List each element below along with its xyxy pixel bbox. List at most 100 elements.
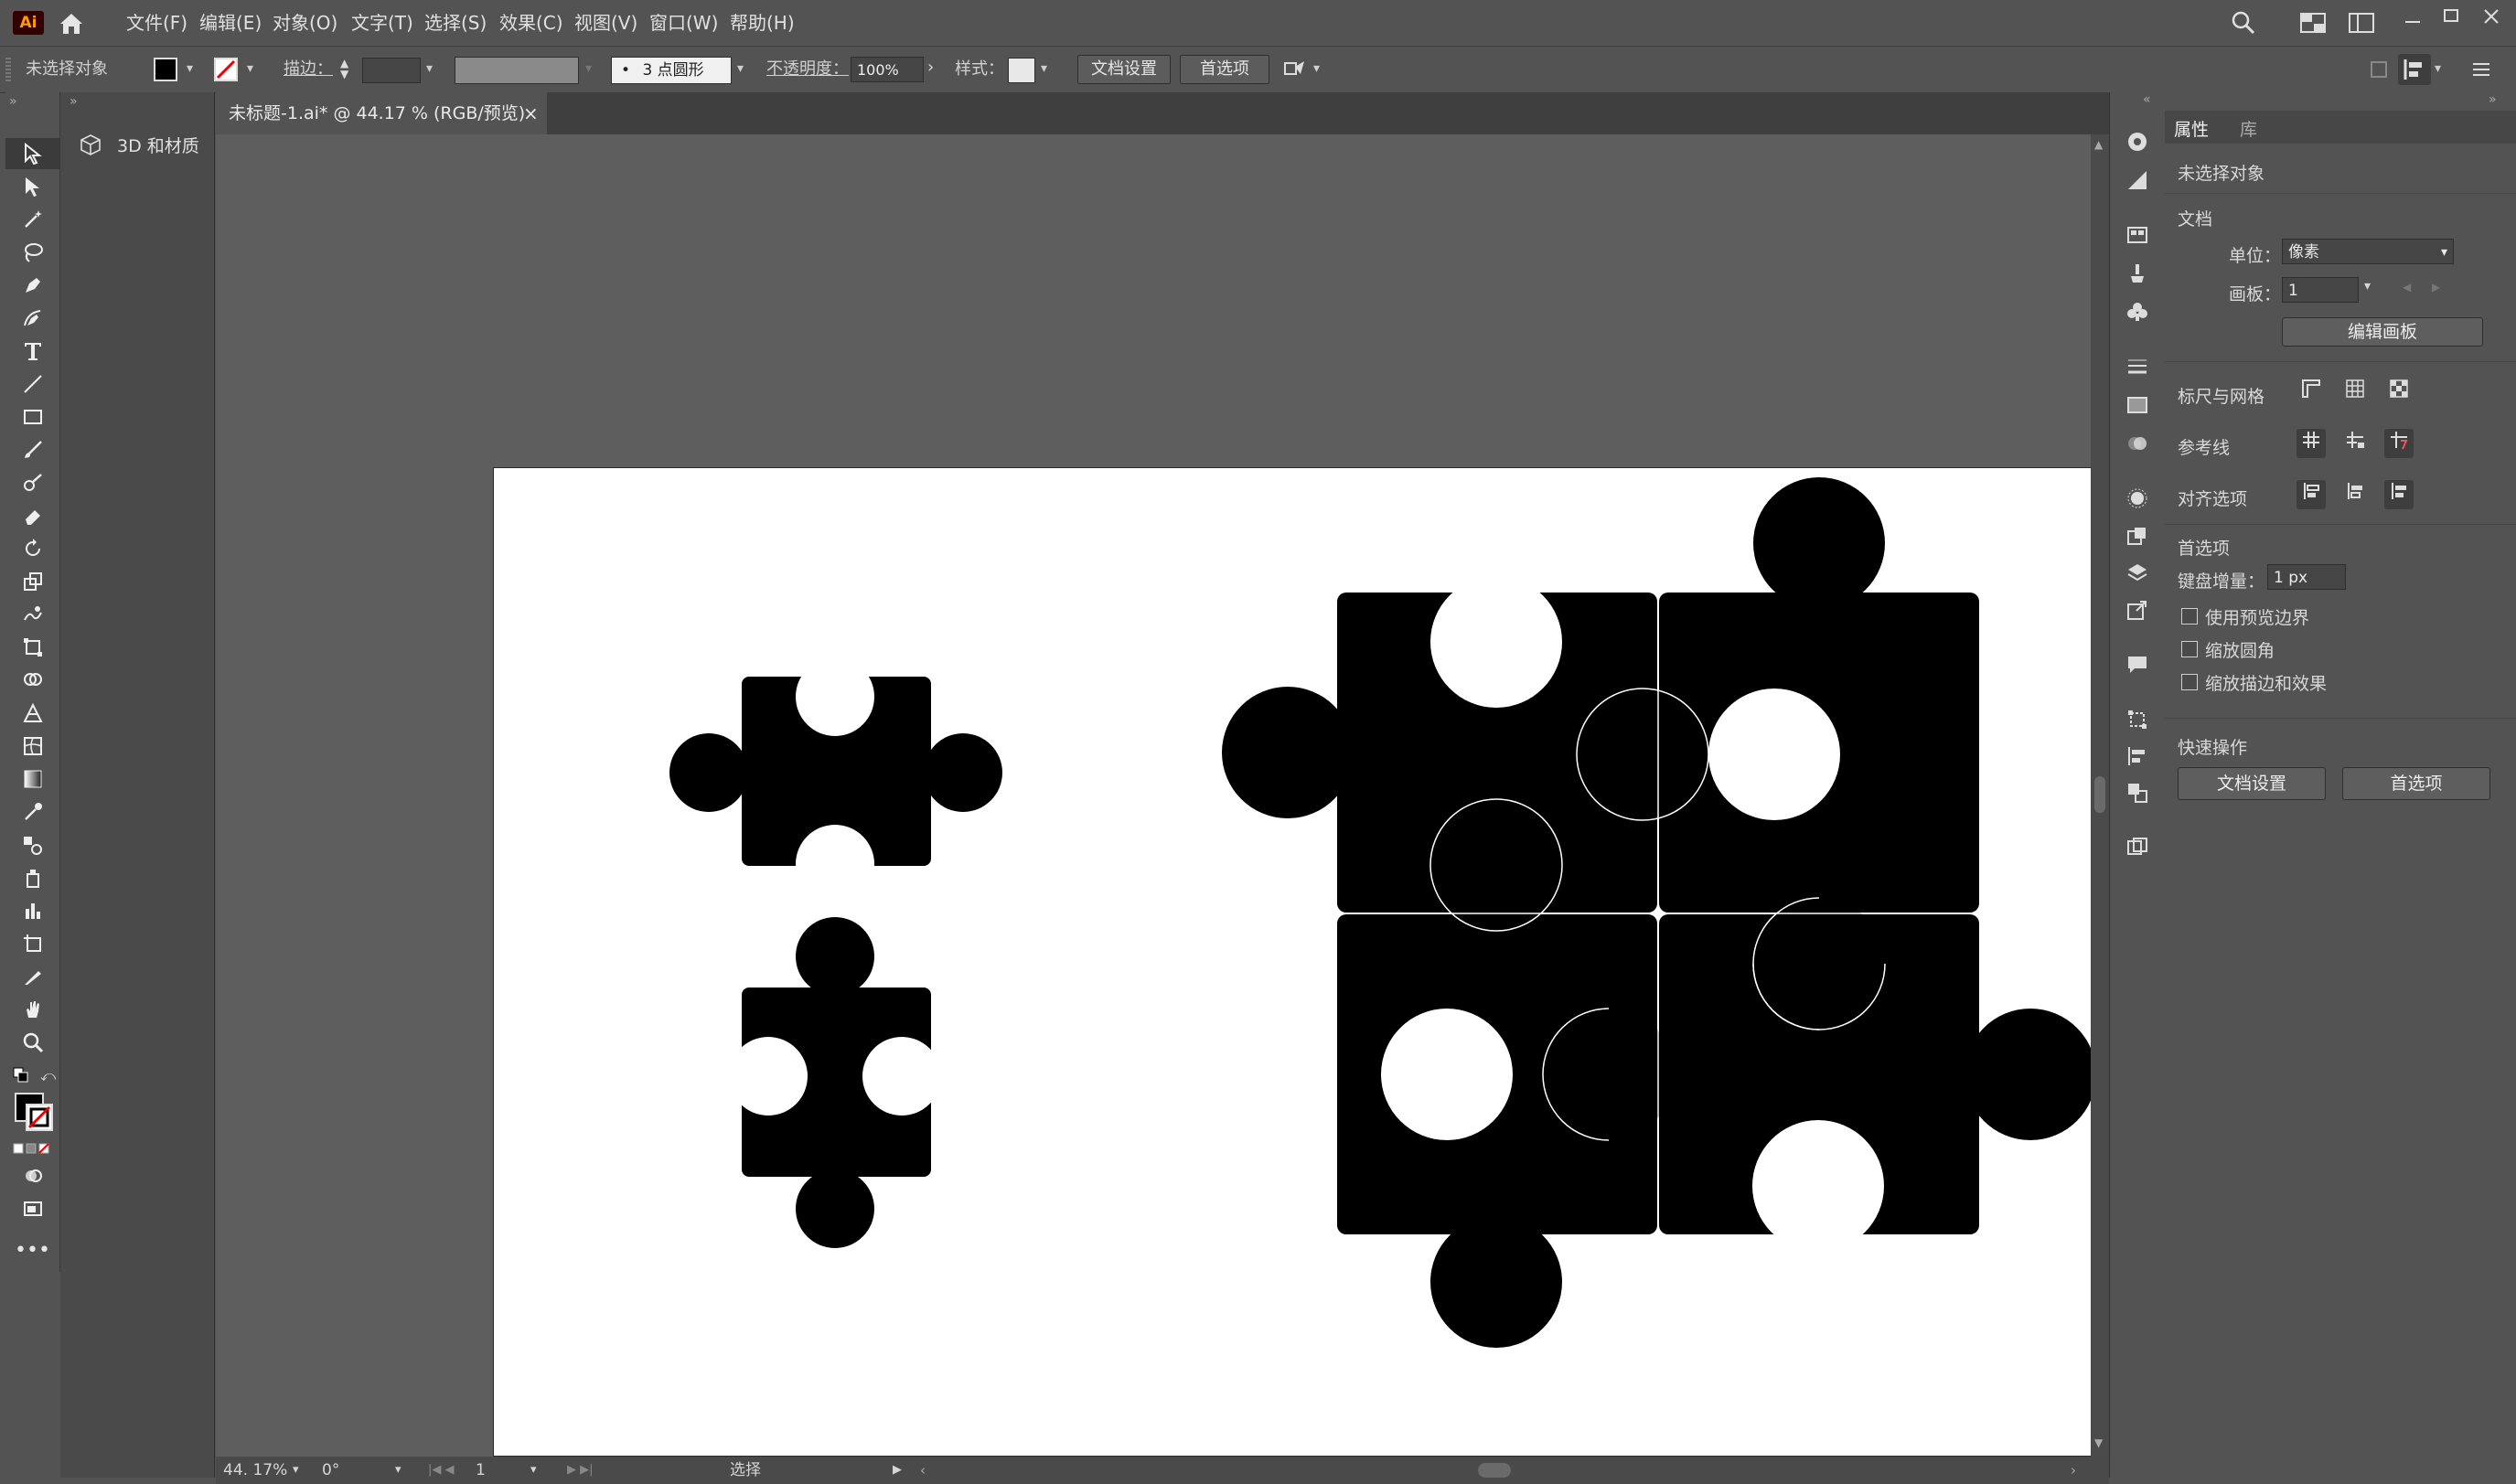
collapse-strip-icon[interactable]: « bbox=[2143, 92, 2151, 107]
scale-strokes-effects-checkbox[interactable] bbox=[2181, 674, 2198, 690]
first-artboard-icon[interactable]: |◀ ◀ bbox=[428, 1457, 455, 1484]
chevron-down-icon[interactable]: ▾ bbox=[395, 1457, 401, 1484]
shaper-tool-icon[interactable] bbox=[5, 467, 59, 498]
paintbrush-tool-icon[interactable] bbox=[5, 434, 59, 465]
artboard[interactable] bbox=[493, 467, 2250, 1457]
minimize-icon[interactable] bbox=[2402, 9, 2424, 31]
last-artboard-icon[interactable]: ▶ ▶| bbox=[567, 1457, 594, 1484]
transparency-icon[interactable] bbox=[2110, 425, 2165, 462]
document-setup-button[interactable]: 文档设置 bbox=[1077, 55, 1171, 84]
scroll-down-icon[interactable]: ▼ bbox=[2094, 1436, 2103, 1449]
more-tools-icon[interactable]: ••• bbox=[5, 1235, 59, 1266]
shape-builder-tool-icon[interactable] bbox=[5, 665, 59, 696]
magic-wand-tool-icon[interactable] bbox=[5, 204, 59, 235]
variable-width-profile[interactable] bbox=[455, 57, 579, 84]
menu-effect[interactable]: 效果(C) bbox=[499, 0, 563, 46]
artboards-panel-icon[interactable] bbox=[2110, 829, 2165, 866]
pen-tool-icon[interactable] bbox=[5, 270, 59, 301]
symbol-sprayer-tool-icon[interactable] bbox=[5, 862, 59, 893]
menu-file[interactable]: 文件(F) bbox=[126, 0, 187, 46]
smart-guides-icon[interactable] bbox=[2384, 429, 2414, 458]
maximize-icon[interactable] bbox=[2440, 5, 2462, 27]
arrange-icon[interactable] bbox=[1282, 58, 1306, 81]
color-guide-icon[interactable] bbox=[2110, 123, 2165, 160]
chevron-down-icon[interactable]: ▾ bbox=[2364, 279, 2371, 294]
direct-selection-tool-icon[interactable] bbox=[5, 171, 59, 202]
keyboard-increment-input[interactable]: 1 px bbox=[2267, 564, 2346, 590]
menu-type[interactable]: 文字(T) bbox=[351, 0, 413, 46]
gradient-panel-icon[interactable] bbox=[2110, 162, 2165, 198]
asset-export-icon[interactable] bbox=[2110, 592, 2165, 628]
align-to-selection-icon[interactable] bbox=[2297, 480, 2326, 509]
collapse-panel-icon[interactable]: » bbox=[2489, 92, 2497, 107]
align-to-artboard-icon[interactable] bbox=[2384, 480, 2414, 509]
scroll-up-icon[interactable]: ▲ bbox=[2094, 138, 2103, 151]
edit-artboards-button[interactable]: 编辑画板 bbox=[2282, 317, 2483, 347]
stroke-color-icon[interactable] bbox=[26, 1104, 53, 1131]
next-artboard-icon[interactable]: ▶ bbox=[2432, 281, 2440, 294]
chevron-down-icon[interactable]: ▾ bbox=[187, 61, 193, 76]
scale-corners-checkbox[interactable] bbox=[2181, 641, 2198, 657]
show-guides-icon[interactable] bbox=[2297, 429, 2326, 458]
quick-preferences-button[interactable]: 首选项 bbox=[2342, 767, 2490, 800]
tab-properties[interactable]: 属性 bbox=[2174, 116, 2209, 141]
swatches-icon[interactable] bbox=[2110, 217, 2165, 253]
status-menu-icon[interactable]: ▶ bbox=[893, 1457, 902, 1484]
symbols-icon[interactable] bbox=[2110, 294, 2165, 330]
small-puzzle-piece[interactable] bbox=[669, 677, 1002, 866]
stroke-swatch[interactable] bbox=[214, 58, 238, 81]
artboard-number[interactable]: 1 bbox=[476, 1457, 486, 1484]
eraser-tool-icon[interactable] bbox=[5, 500, 59, 531]
artboard-tool-icon[interactable] bbox=[5, 928, 59, 959]
pathfinder-icon[interactable] bbox=[2110, 774, 2165, 811]
comments-icon[interactable] bbox=[2110, 646, 2165, 683]
layers-icon[interactable] bbox=[2110, 555, 2165, 592]
transform-panel-icon[interactable] bbox=[2110, 701, 2165, 738]
unit-select[interactable]: 像素 ▾ bbox=[2282, 239, 2454, 264]
color-mode-icons[interactable] bbox=[13, 1140, 53, 1154]
chevron-down-icon[interactable]: ▾ bbox=[1041, 61, 1047, 76]
swap-colors-icon[interactable]: ⤺ bbox=[40, 1067, 56, 1085]
scale-tool-icon[interactable] bbox=[5, 566, 59, 597]
workspace-icon[interactable] bbox=[2300, 13, 2326, 33]
close-tab-icon[interactable]: × bbox=[523, 92, 539, 134]
chevron-down-icon[interactable]: ▾ bbox=[1313, 61, 1320, 76]
stroke-label[interactable]: 描边： bbox=[284, 47, 333, 92]
horizontal-scroll-thumb[interactable] bbox=[1478, 1463, 1511, 1478]
ruler-icon[interactable] bbox=[2297, 378, 2326, 407]
vertical-scroll-thumb[interactable] bbox=[2094, 776, 2105, 813]
zoom-tool-icon[interactable] bbox=[5, 1027, 59, 1058]
rotation-value[interactable]: 0° bbox=[322, 1457, 339, 1484]
expand-dock-icon[interactable]: » bbox=[70, 94, 78, 109]
slice-tool-icon[interactable] bbox=[5, 961, 59, 992]
quick-document-setup-button[interactable]: 文档设置 bbox=[2178, 767, 2326, 800]
screen-mode-icon[interactable] bbox=[5, 1193, 59, 1224]
grid-icon[interactable] bbox=[2340, 378, 2370, 407]
lasso-tool-icon[interactable] bbox=[5, 237, 59, 268]
graphic-style-swatch[interactable] bbox=[1008, 58, 1035, 83]
default-colors-icon[interactable] bbox=[13, 1067, 29, 1084]
document-tab[interactable]: 未标题-1.ai* @ 44.17 % (RGB/预览) × bbox=[216, 92, 547, 134]
curvature-tool-icon[interactable] bbox=[5, 303, 59, 334]
draw-mode-icon[interactable] bbox=[5, 1160, 59, 1191]
align-to-key-object-icon[interactable] bbox=[2340, 480, 2370, 509]
free-transform-tool-icon[interactable] bbox=[5, 632, 59, 663]
arrange-documents-icon[interactable] bbox=[2349, 13, 2374, 33]
vertical-scrollbar[interactable]: ▲ ▼ bbox=[2091, 134, 2109, 1457]
chevron-down-icon[interactable]: ▾ bbox=[737, 61, 744, 76]
close-icon[interactable] bbox=[2480, 5, 2502, 27]
previous-artboard-icon[interactable]: ◀ bbox=[2403, 281, 2411, 294]
graphic-styles-icon[interactable] bbox=[2110, 518, 2165, 555]
selection-tool-icon[interactable] bbox=[5, 138, 59, 169]
gradient-swatch-icon[interactable] bbox=[2110, 387, 2165, 423]
stroke-stepper-icon[interactable]: ▲ ▼ bbox=[340, 58, 357, 81]
expand-panel-icon[interactable]: » bbox=[9, 94, 17, 109]
perspective-grid-tool-icon[interactable] bbox=[5, 698, 59, 729]
align-icon[interactable] bbox=[2398, 54, 2431, 85]
opacity-label[interactable]: 不透明度： bbox=[766, 47, 849, 92]
lock-guides-icon[interactable] bbox=[2340, 429, 2370, 458]
hand-tool-icon[interactable] bbox=[5, 994, 59, 1025]
transparency-grid-icon[interactable] bbox=[2384, 378, 2414, 407]
chevron-down-icon[interactable]: ▾ bbox=[585, 61, 592, 76]
home-icon[interactable] bbox=[55, 9, 88, 37]
